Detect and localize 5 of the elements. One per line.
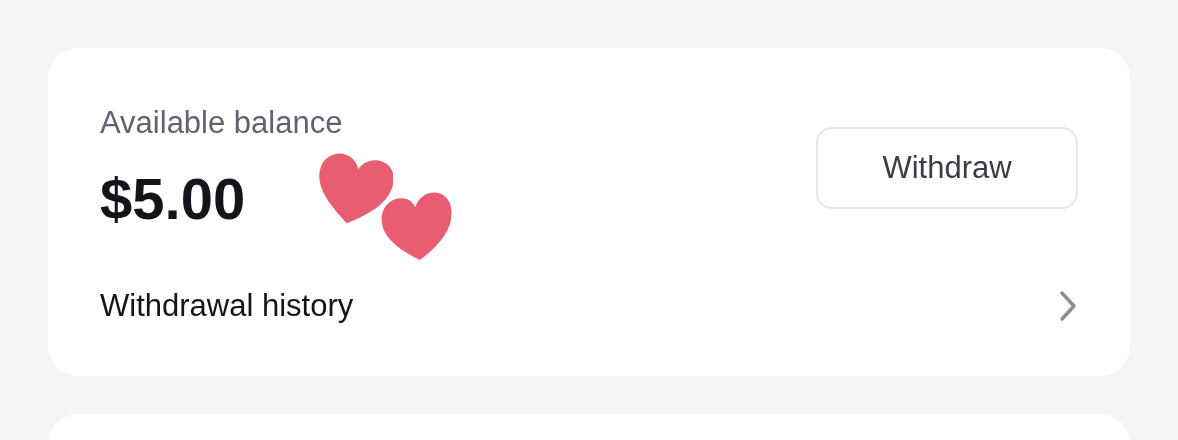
chevron-right-icon[interactable] bbox=[1058, 290, 1078, 322]
balance-amount: $5.00 bbox=[100, 166, 246, 232]
withdraw-button[interactable]: Withdraw bbox=[816, 127, 1078, 209]
withdrawal-history-link[interactable]: Withdrawal history bbox=[100, 288, 354, 324]
balance-label: Available balance bbox=[100, 104, 344, 142]
